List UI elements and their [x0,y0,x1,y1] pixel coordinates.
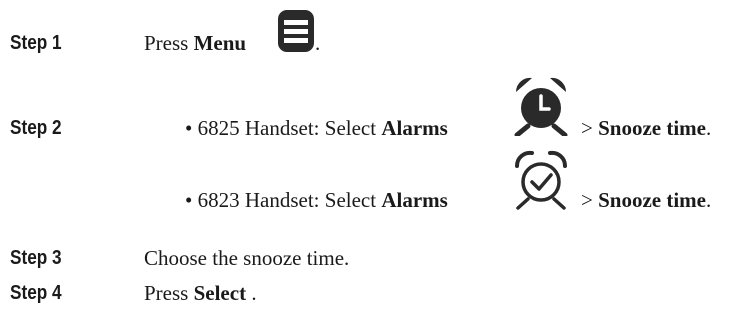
menu-icon [278,10,314,52]
step-2-label: Step 2 [10,117,62,139]
step-4-label: Step 4 [10,282,62,304]
alarms-text: Alarms [381,188,448,212]
snooze-time-text: Snooze time [598,116,706,140]
alarm-clock-check-icon [514,150,568,210]
step-3-label: Step 3 [10,247,62,269]
step-2-bullet-6825-tail: > Snooze time. [581,116,711,141]
separator-text: > [581,188,593,212]
period-text: . [706,188,712,212]
step-3-instruction: Choose the snooze time. [144,246,350,270]
step-2-bullet-6825: • 6825 Handset: Select Alarms [185,116,448,141]
step-1-press-text: Press [144,31,189,55]
select-text: Select [324,188,377,212]
snooze-time-text: Snooze time [598,188,706,212]
alarm-clock-filled-icon [514,77,568,136]
step-1-label: Step 1 [10,32,62,54]
step-2-bullet-6823-tail: > Snooze time. [581,188,711,213]
step-1-instruction: Press Menu [144,31,246,56]
step-4-press-text: Press [144,281,189,305]
model-text: 6823 Handset: [197,188,320,212]
model-text: 6825 Handset: [197,116,320,140]
step-4-period: . [251,281,257,305]
period-text: . [706,116,712,140]
bullet-dot: • [185,116,193,140]
step-4-select-text: Select [193,281,247,305]
step-2-bullet-6823: • 6823 Handset: Select Alarms [185,188,448,213]
step-1-menu-text: Menu [193,31,247,55]
alarms-text: Alarms [381,116,448,140]
step-1-period: . [315,31,321,55]
step-4-instruction: Press Select . [144,281,257,306]
separator-text: > [581,116,593,140]
bullet-dot: • [185,188,193,212]
select-text: Select [324,116,377,140]
